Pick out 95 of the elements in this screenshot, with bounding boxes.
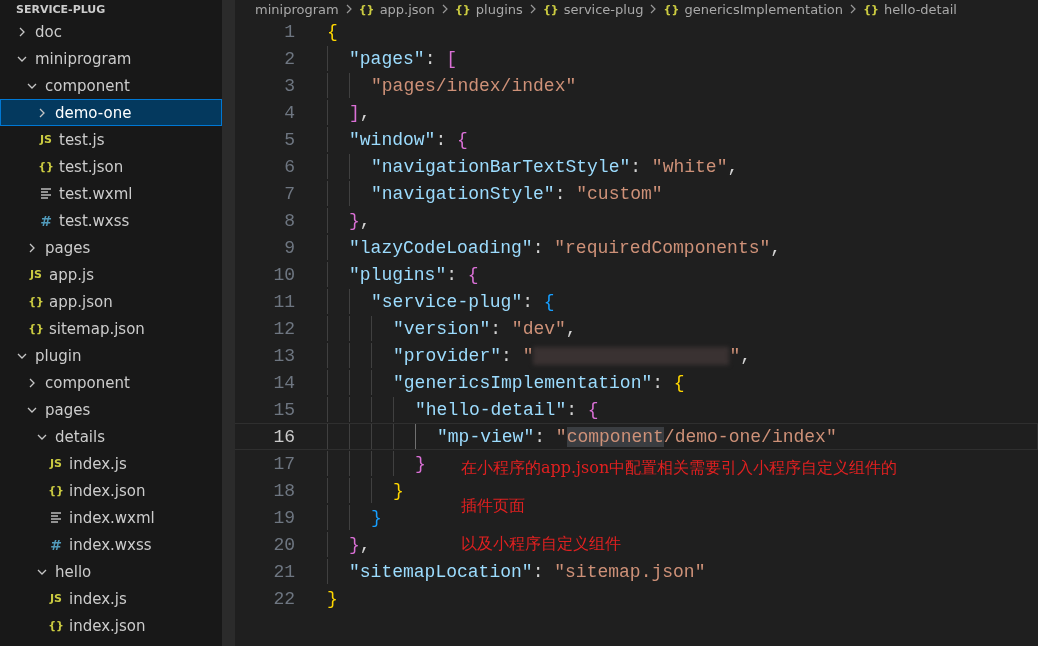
line-number: 16 xyxy=(272,426,295,447)
file-item[interactable]: # test.wxss xyxy=(0,207,222,234)
braces-file-icon: {} xyxy=(48,619,64,632)
code-line: 21 "sitemapLocation": "sitemap.json" xyxy=(235,558,1038,585)
line-number: 5 xyxy=(283,129,295,150)
braces-file-icon: {} xyxy=(28,322,44,335)
code-line: 9 "lazyCodeLoading": "requiredComponents", xyxy=(235,234,1038,261)
folder-item[interactable]: doc xyxy=(0,18,222,45)
file-item[interactable]: index.wxml xyxy=(0,504,222,531)
line-number: 4 xyxy=(283,102,295,123)
lines-file-icon xyxy=(40,188,52,199)
line-number: 15 xyxy=(272,399,295,420)
file-item[interactable]: {} sitemap.json xyxy=(0,315,222,342)
line-number: 22 xyxy=(272,588,295,609)
file-item[interactable]: {} index.json xyxy=(0,612,222,639)
js-file-icon: JS xyxy=(48,457,64,470)
file-item[interactable]: # index.wxss xyxy=(0,531,222,558)
breadcrumb-item[interactable]: {} genericsImplementation xyxy=(663,1,843,17)
breadcrumb-item[interactable]: {} hello-detail xyxy=(863,1,957,17)
line-number: 6 xyxy=(283,156,295,177)
annotation-text: 在小程序的app.json中配置相关需要引入小程序自定义组件的 xyxy=(461,457,898,479)
folder-item[interactable]: details xyxy=(0,423,222,450)
js-file-icon: JS xyxy=(38,133,54,146)
folder-item[interactable]: miniprogram xyxy=(0,45,222,72)
line-number: 1 xyxy=(283,21,295,42)
file-item[interactable]: test.wxml xyxy=(0,180,222,207)
file-item[interactable]: JS app.js xyxy=(0,261,222,288)
code-line: 11 "service-plug": { xyxy=(235,288,1038,315)
line-number: 13 xyxy=(272,345,295,366)
code-line: 8 }, xyxy=(235,207,1038,234)
code-line: 15 "hello-detail": { xyxy=(235,396,1038,423)
code-line: 7 "navigationStyle": "custom" xyxy=(235,180,1038,207)
code-line: 12 "version": "dev", xyxy=(235,315,1038,342)
line-number: 9 xyxy=(283,237,295,258)
file-item[interactable]: {} test.json xyxy=(0,153,222,180)
chevron-right-icon xyxy=(344,4,353,14)
line-number: 11 xyxy=(272,291,295,312)
code-line: 10 "plugins": { xyxy=(235,261,1038,288)
file-item[interactable]: JS test.js xyxy=(0,126,222,153)
breadcrumb-item[interactable]: {} app.json xyxy=(358,1,435,17)
code-line: 1 { xyxy=(235,18,1038,45)
breadcrumb-item[interactable]: {} service-plug xyxy=(542,1,644,17)
chevron-right-icon xyxy=(849,4,857,14)
line-number: 2 xyxy=(283,48,295,69)
file-item[interactable]: JS index.js xyxy=(0,450,222,477)
braces-file-icon: {} xyxy=(863,2,879,16)
chevron-right-icon xyxy=(440,4,449,14)
folder-item[interactable]: plugin xyxy=(0,342,222,369)
line-number: 17 xyxy=(272,453,295,474)
folder-item[interactable]: hello xyxy=(0,558,222,585)
annotation-text: 以及小程序自定义组件 xyxy=(461,533,622,555)
code-line: 4 ], xyxy=(235,99,1038,126)
breadcrumb-item[interactable]: {} plugins xyxy=(454,1,523,17)
file-item[interactable]: {} index.json xyxy=(0,477,222,504)
line-number: 10 xyxy=(272,264,295,285)
breadcrumb-item[interactable]: miniprogram xyxy=(255,1,339,17)
braces-file-icon: {} xyxy=(542,2,559,16)
code-line: 13 "provider": " ", xyxy=(235,342,1038,369)
braces-file-icon: {} xyxy=(48,484,64,497)
braces-file-icon: {} xyxy=(454,2,471,16)
folder-item[interactable]: demo-one xyxy=(0,99,222,126)
hash-file-icon: # xyxy=(48,536,64,553)
code-line: 6 "navigationBarTextStyle": "white", xyxy=(235,153,1038,180)
hash-file-icon: # xyxy=(38,212,54,229)
code-line: 16 "mp-view": "component/demo-one/index" xyxy=(235,423,1038,450)
line-number: 3 xyxy=(283,75,295,96)
folder-item[interactable]: pages xyxy=(0,234,222,261)
line-number: 14 xyxy=(272,372,295,393)
braces-file-icon: {} xyxy=(28,295,44,308)
explorer-title: SERVICE-PLUG xyxy=(15,1,107,18)
line-number: 21 xyxy=(272,561,295,582)
js-file-icon: JS xyxy=(48,592,64,605)
code-line: 22 } xyxy=(235,585,1038,612)
line-number: 19 xyxy=(272,507,295,528)
lines-file-icon xyxy=(50,512,62,523)
braces-file-icon: {} xyxy=(358,2,375,16)
line-number: 18 xyxy=(272,480,295,501)
chevron-right-icon xyxy=(649,4,658,14)
line-number: 12 xyxy=(272,318,295,339)
braces-file-icon: {} xyxy=(663,2,680,16)
code-line: 14 "genericsImplementation": { xyxy=(235,369,1038,396)
line-number: 8 xyxy=(283,210,295,231)
code-line: 3 "pages/index/index" xyxy=(235,72,1038,99)
line-number: 20 xyxy=(272,534,295,555)
file-item[interactable]: {} app.json xyxy=(0,288,222,315)
code-line: 2 "pages": [ xyxy=(235,45,1038,72)
js-file-icon: JS xyxy=(28,268,44,281)
code-line: 5 "window": { xyxy=(235,126,1038,153)
chevron-right-icon xyxy=(528,4,537,14)
folder-item[interactable]: pages xyxy=(0,396,222,423)
braces-file-icon: {} xyxy=(38,160,54,173)
folder-item[interactable]: component xyxy=(0,72,222,99)
line-number: 7 xyxy=(283,183,295,204)
file-item[interactable]: JS index.js xyxy=(0,585,222,612)
folder-item[interactable]: component xyxy=(0,369,222,396)
